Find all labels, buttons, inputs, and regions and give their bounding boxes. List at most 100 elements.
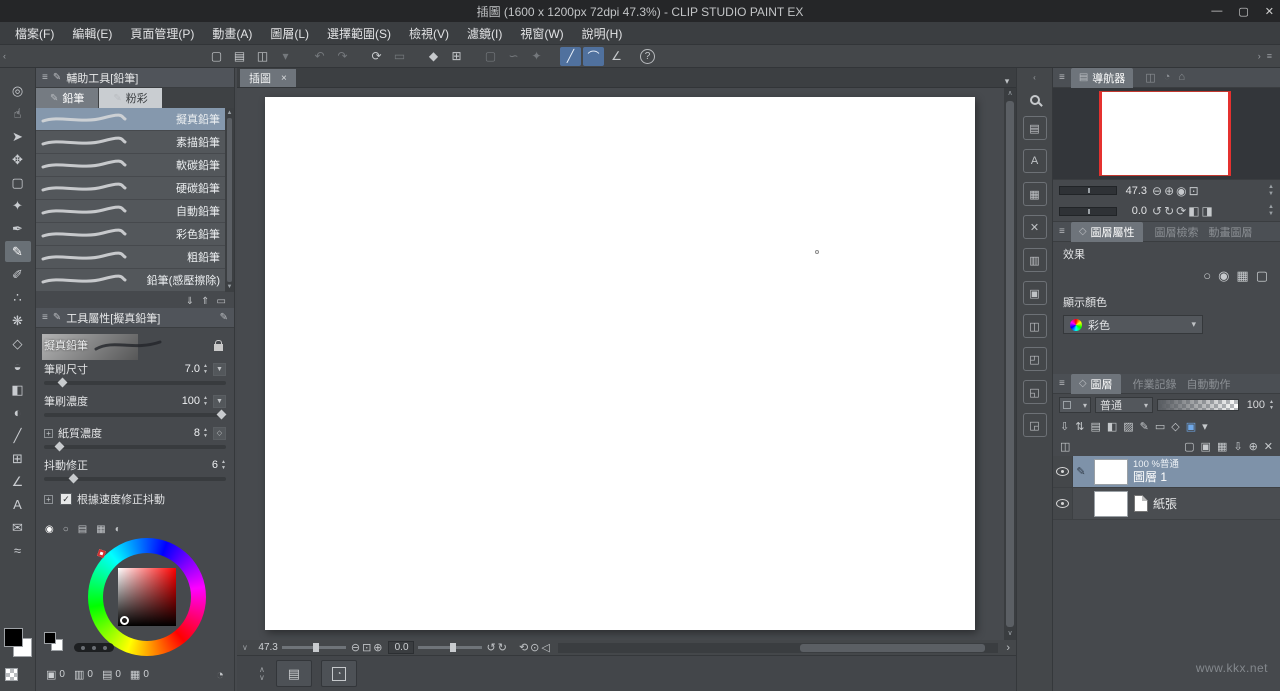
flip-horizontal-icon[interactable]: ◁ (540, 641, 550, 654)
horizontal-scroll-thumb[interactable] (800, 643, 986, 652)
new-vector-layer-icon[interactable]: ▣ (1201, 440, 1211, 453)
fill-tool-icon[interactable]: ◧ (5, 379, 31, 400)
scroll-up-icon[interactable]: ▲ (227, 110, 233, 116)
layer-name[interactable]: 紙張 (1153, 495, 1177, 512)
help-icon[interactable]: ? (640, 48, 655, 64)
material-manga-icon[interactable]: ▦ (1022, 182, 1047, 206)
slider-track[interactable] (44, 441, 226, 452)
brush-tool-icon[interactable]: ✐ (5, 264, 31, 285)
close-button[interactable]: ✕ (1265, 5, 1274, 18)
main-color-swatch[interactable] (3, 628, 23, 647)
dynamics-button[interactable]: ▼ (213, 362, 226, 376)
brush-row[interactable]: 自動鉛筆 (36, 200, 234, 223)
redo-icon[interactable]: ↷ (332, 47, 353, 66)
eye-icon[interactable] (1056, 467, 1069, 476)
magnifier-icon[interactable] (1029, 95, 1040, 105)
color-slider-tab-icon[interactable]: ▤ (78, 524, 87, 535)
panel-menu-icon[interactable]: ≡ (1059, 226, 1065, 237)
canvas-page[interactable] (265, 97, 975, 630)
brush-row[interactable]: 軟碳鉛筆 (36, 154, 234, 177)
brush-list-scrollbar[interactable]: ▲ ▼ (225, 108, 234, 292)
sv-cursor[interactable] (120, 616, 129, 625)
blend-mode-dropdown[interactable]: 普通 ▾ (1095, 397, 1153, 413)
snap-ruler-icon[interactable]: ╱ (560, 46, 581, 66)
layer-menu-icon[interactable]: ▾ (1202, 420, 1208, 433)
nav-zoom-100-icon[interactable]: ⊡ (1188, 184, 1200, 198)
value-spinner[interactable]: ▲ ▼ (203, 395, 208, 407)
layer-property-tab[interactable]: ◇ 圖層屬性 (1070, 221, 1143, 242)
canvas-rotation-slider[interactable] (417, 643, 482, 652)
tab-list-dropdown-icon[interactable]: ▾ (998, 76, 1016, 87)
slider-value[interactable]: 100 (174, 395, 200, 407)
minimize-button[interactable]: — (1211, 5, 1222, 17)
new-raster-layer-icon[interactable]: ▢ (1184, 440, 1194, 453)
zoom-reset-icon[interactable]: ⊡ (361, 641, 372, 654)
info-tab-icon[interactable]: ◔ (1164, 71, 1171, 84)
layer-sibling-tab[interactable]: 作業記錄 (1133, 376, 1177, 392)
canvas-zoom-slider[interactable] (281, 643, 346, 652)
opacity-value[interactable]: 100 (1243, 399, 1265, 411)
menu-item[interactable]: 圖層(L) (261, 22, 318, 45)
layer-name[interactable]: 圖層 1 (1133, 470, 1179, 484)
menu-item[interactable]: 檔案(F) (6, 22, 63, 45)
ruler-tool-icon[interactable]: ∠ (5, 471, 31, 492)
layer-visibility-cell[interactable] (1053, 456, 1073, 487)
slider-track[interactable] (44, 473, 226, 484)
nav-flip-h-icon[interactable]: ◧ (1187, 204, 1200, 218)
main-sub-color-swatches[interactable] (3, 628, 33, 658)
bar-collapse-icon[interactable]: ∨ (242, 643, 248, 652)
figure-tool-icon[interactable]: ╱ (5, 425, 31, 446)
slider-value[interactable]: 7.0 (174, 363, 200, 375)
open-file-icon[interactable]: ▤ (229, 47, 250, 66)
slider-value[interactable]: 8 (174, 427, 200, 439)
blend-tool-icon[interactable]: ◒ (5, 356, 31, 377)
panel-menu-icon[interactable]: ≡ (42, 72, 48, 83)
dynamics-button[interactable]: ▼ (213, 394, 226, 408)
speed-correction-checkbox[interactable]: ✓ (60, 493, 72, 505)
toolbar-overflow-icon[interactable]: › (1258, 51, 1261, 61)
navigator-zoom-slider[interactable] (1059, 186, 1117, 195)
lock-icon[interactable] (214, 340, 223, 351)
nav-zoom-out-icon[interactable]: ⊖ (1151, 184, 1163, 198)
vertical-scroll-thumb[interactable] (1006, 101, 1014, 627)
layer-tab[interactable]: ◇ 圖層 (1070, 373, 1121, 394)
slider-value[interactable]: 6 (192, 459, 218, 471)
material-color-pattern-icon[interactable]: ▤ (1022, 116, 1047, 140)
menu-item[interactable]: 編輯(E) (63, 22, 121, 45)
eraser-tool-icon[interactable]: ◇ (5, 333, 31, 354)
airbrush-tool-icon[interactable]: ∴ (5, 287, 31, 308)
menu-item[interactable]: 檢視(V) (400, 22, 458, 45)
slider-track[interactable] (44, 377, 226, 388)
rotate-ccw-icon[interactable]: ↺ (486, 641, 497, 654)
menu-item[interactable]: 視窗(W) (511, 22, 572, 45)
zoom-in-icon[interactable]: ⊕ (372, 641, 383, 654)
undo-icon[interactable]: ↶ (309, 47, 330, 66)
color-wheel-tab-icon[interactable]: ◉ (45, 524, 54, 535)
layer-reflect-icon[interactable]: ▢ (1256, 268, 1268, 284)
subtool-tab[interactable]: ✎ 鉛筆 (36, 88, 100, 108)
decoration-tool-icon[interactable]: ❋ (5, 310, 31, 331)
mini-color-swatches[interactable] (44, 632, 68, 654)
brush-row[interactable]: 鉛筆(感壓擦除) (36, 269, 234, 292)
pencil-tool-icon[interactable]: ✎ (4, 241, 31, 262)
zoom-tool-icon[interactable]: ◎ (5, 80, 31, 101)
workspace-grid-button[interactable]: ▤ (275, 660, 312, 687)
brush-row[interactable]: 擬真鉛筆 (36, 108, 234, 131)
refresh-icon[interactable]: ⟳ (366, 47, 387, 66)
bar-expand-icon[interactable]: ∧ ∨ (259, 665, 265, 682)
gradient-tool-icon[interactable]: ◐ (5, 402, 31, 423)
brush-row[interactable]: 彩色鉛筆 (36, 223, 234, 246)
color-circle-tab-icon[interactable]: ○ (63, 524, 69, 535)
brush-row[interactable]: 素描鉛筆 (36, 131, 234, 154)
display-color-dropdown[interactable]: 彩色 ▾ (1063, 315, 1203, 334)
material-frame-icon[interactable]: ◰ (1022, 347, 1047, 371)
move-layer-tool-icon[interactable]: ✥ (5, 149, 31, 170)
layer-property-sibling-tab[interactable]: 圖層檢索 (1155, 224, 1199, 240)
snap-special-ruler-icon[interactable]: ⌒ (583, 46, 604, 66)
menu-item[interactable]: 濾鏡(I) (458, 22, 511, 45)
material-pose-icon[interactable]: ▣ (1022, 281, 1047, 305)
brush-row[interactable]: 硬碳鉛筆 (36, 177, 234, 200)
brush-row[interactable]: 粗鉛筆 (36, 246, 234, 269)
snap-grid-icon[interactable]: ∠ (606, 47, 627, 66)
hand-tool-icon[interactable]: ☝ (5, 103, 31, 124)
